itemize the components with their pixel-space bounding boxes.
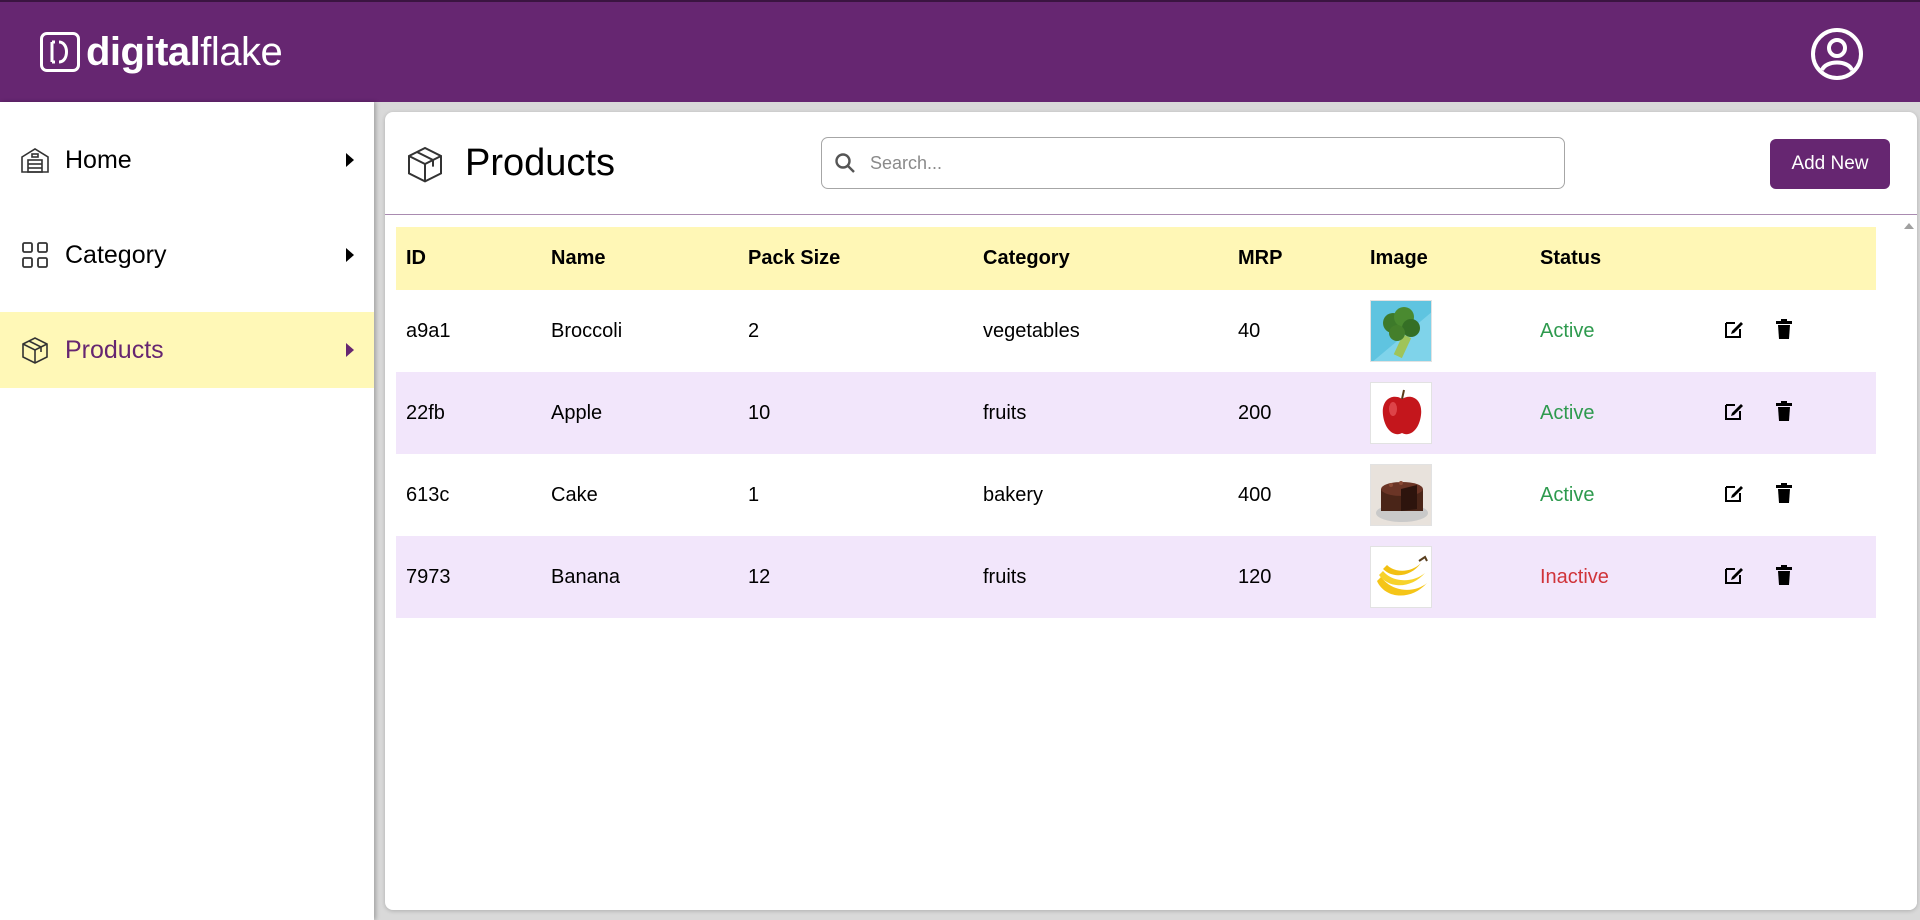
sidebar: Home Category Products bbox=[0, 102, 374, 920]
status-badge: Active bbox=[1540, 320, 1595, 342]
search-icon bbox=[834, 152, 856, 174]
column-header-mrp: MRP bbox=[1238, 247, 1283, 269]
cell-mrp: 200 bbox=[1238, 402, 1272, 424]
column-header-image: Image bbox=[1370, 247, 1428, 269]
scroll-up-arrow-icon[interactable] bbox=[1904, 223, 1914, 229]
table-header: ID Name Pack Size Category MRP Image Sta… bbox=[396, 227, 1876, 290]
sidebar-item-products[interactable]: Products bbox=[0, 312, 374, 388]
cell-pack-size: 2 bbox=[748, 320, 760, 342]
cell-mrp: 400 bbox=[1238, 484, 1272, 506]
add-new-button[interactable]: Add New bbox=[1770, 139, 1890, 189]
products-panel: Products Add New ID Name Pack Size Categ… bbox=[385, 112, 1917, 910]
column-header-status: Status bbox=[1540, 247, 1602, 269]
status-badge: Active bbox=[1540, 402, 1595, 424]
search-input[interactable] bbox=[870, 148, 1550, 178]
edit-icon[interactable] bbox=[1723, 400, 1745, 422]
sidebar-item-label: Products bbox=[65, 335, 164, 364]
top-bar: digitalflake bbox=[0, 0, 1920, 102]
warehouse-icon bbox=[20, 145, 50, 175]
cell-name: Cake bbox=[551, 484, 598, 506]
table-row: 7973 Banana 12 fruits 120 Inactive bbox=[396, 536, 1876, 618]
column-header-category: Category bbox=[983, 247, 1070, 269]
cell-mrp: 40 bbox=[1238, 320, 1261, 342]
box-icon bbox=[20, 335, 50, 365]
cell-name: Broccoli bbox=[551, 320, 623, 342]
logo: digitalflake bbox=[40, 30, 283, 74]
panel-header: Products Add New bbox=[385, 112, 1917, 215]
cell-category: vegetables bbox=[983, 320, 1080, 342]
cell-id: 7973 bbox=[406, 566, 451, 588]
user-circle-icon[interactable] bbox=[1810, 27, 1864, 81]
product-image-broccoli bbox=[1370, 300, 1432, 362]
vertical-scrollbar[interactable] bbox=[1899, 215, 1917, 910]
edit-icon[interactable] bbox=[1723, 318, 1745, 340]
column-header-id: ID bbox=[406, 247, 426, 269]
cell-id: a9a1 bbox=[406, 320, 451, 342]
cell-pack-size: 1 bbox=[748, 484, 760, 506]
trash-icon[interactable] bbox=[1773, 564, 1795, 586]
product-image-banana bbox=[1370, 546, 1432, 608]
status-badge: Inactive bbox=[1540, 566, 1609, 588]
grid-icon bbox=[20, 240, 50, 270]
caret-right-icon bbox=[344, 246, 356, 264]
cell-name: Banana bbox=[551, 566, 620, 588]
logo-mark-icon bbox=[40, 32, 80, 72]
cell-id: 22fb bbox=[406, 402, 445, 424]
sidebar-item-label: Home bbox=[65, 145, 132, 174]
cell-pack-size: 10 bbox=[748, 402, 771, 424]
cell-name: Apple bbox=[551, 402, 603, 424]
cell-category: bakery bbox=[983, 484, 1044, 506]
search-box[interactable] bbox=[821, 137, 1565, 189]
caret-right-icon bbox=[344, 341, 356, 359]
cell-category: fruits bbox=[983, 402, 1027, 424]
trash-icon[interactable] bbox=[1773, 400, 1795, 422]
edit-icon[interactable] bbox=[1723, 482, 1745, 504]
sidebar-item-home[interactable]: Home bbox=[0, 122, 374, 198]
box-icon bbox=[405, 144, 445, 184]
logo-text: digitalflake bbox=[86, 30, 283, 74]
sidebar-item-category[interactable]: Category bbox=[0, 217, 374, 293]
status-badge: Active bbox=[1540, 484, 1595, 506]
table-row: a9a1 Broccoli 2 vegetables 40 Active bbox=[396, 290, 1876, 372]
page-title: Products bbox=[465, 142, 615, 184]
cell-mrp: 120 bbox=[1238, 566, 1272, 588]
table-row: 613c Cake 1 bakery 400 Active bbox=[396, 454, 1876, 536]
cell-pack-size: 12 bbox=[748, 566, 771, 588]
sidebar-item-label: Category bbox=[65, 240, 167, 269]
edit-icon[interactable] bbox=[1723, 564, 1745, 586]
column-header-name: Name bbox=[551, 247, 606, 269]
trash-icon[interactable] bbox=[1773, 482, 1795, 504]
product-image-apple bbox=[1370, 382, 1432, 444]
trash-icon[interactable] bbox=[1773, 318, 1795, 340]
cell-id: 613c bbox=[406, 484, 450, 506]
column-header-pack-size: Pack Size bbox=[748, 247, 841, 269]
cell-category: fruits bbox=[983, 566, 1027, 588]
caret-right-icon bbox=[344, 151, 356, 169]
product-image-cake bbox=[1370, 464, 1432, 526]
table-row: 22fb Apple 10 fruits 200 Active bbox=[396, 372, 1876, 454]
